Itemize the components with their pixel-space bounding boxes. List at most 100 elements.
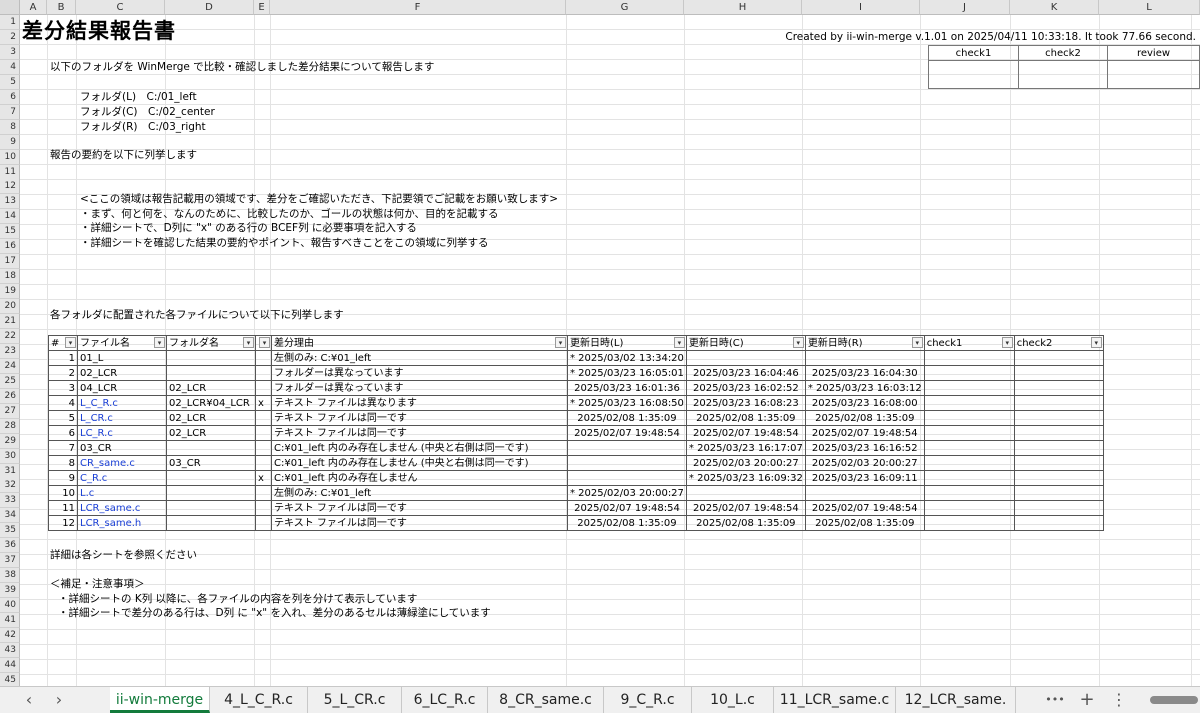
row-header[interactable]: 45 bbox=[0, 672, 20, 686]
filter-dropdown-icon[interactable]: ▾ bbox=[911, 337, 923, 348]
row-header[interactable]: 31 bbox=[0, 463, 20, 479]
check-cell[interactable] bbox=[923, 455, 1015, 471]
row-header[interactable]: 9 bbox=[0, 134, 20, 150]
row-header[interactable]: 17 bbox=[0, 254, 20, 270]
column-header[interactable]: G bbox=[566, 0, 684, 15]
check-cell[interactable] bbox=[923, 410, 1015, 426]
row-header[interactable]: 18 bbox=[0, 269, 20, 285]
row-header[interactable]: 7 bbox=[0, 104, 20, 120]
row-header[interactable]: 32 bbox=[0, 478, 20, 494]
row-header[interactable]: 25 bbox=[0, 373, 20, 389]
prev-sheet-arrow-icon[interactable]: ‹ bbox=[18, 687, 40, 713]
check-cell[interactable] bbox=[923, 365, 1015, 381]
column-header[interactable]: A bbox=[20, 0, 47, 15]
row-header[interactable]: 3 bbox=[0, 44, 20, 60]
column-header[interactable]: J bbox=[920, 0, 1010, 15]
column-header[interactable]: K bbox=[1010, 0, 1099, 15]
filter-dropdown-icon[interactable]: ▾ bbox=[1001, 337, 1013, 348]
spreadsheet[interactable]: ABCDEFGHIJKL 1 2 3 4 5 6 7 8 9 10 11 12 13 14 15 16 17 18… bbox=[0, 0, 1200, 686]
row-header[interactable]: 23 bbox=[0, 343, 20, 359]
row-header[interactable]: 24 bbox=[0, 358, 20, 374]
row-header[interactable]: 34 bbox=[0, 508, 20, 524]
row-header[interactable]: 4 bbox=[0, 59, 20, 75]
check-cell[interactable] bbox=[1013, 350, 1104, 366]
filter-dropdown-icon[interactable]: ▾ bbox=[555, 337, 566, 348]
sheet-tab[interactable]: 4_L_C_R.c bbox=[210, 687, 308, 713]
row-header[interactable]: 42 bbox=[0, 627, 20, 643]
row-header[interactable]: 2 bbox=[0, 29, 20, 45]
filter-dropdown-icon[interactable]: ▾ bbox=[243, 337, 254, 348]
filter-dropdown-icon[interactable]: ▾ bbox=[673, 337, 685, 348]
row-header[interactable]: 39 bbox=[0, 583, 20, 599]
column-header[interactable]: L bbox=[1099, 0, 1200, 15]
sheet-tab[interactable]: 10_L.c bbox=[692, 687, 774, 713]
check-cell[interactable] bbox=[1013, 425, 1104, 441]
sheet-tab[interactable]: 5_L_CR.c bbox=[308, 687, 402, 713]
row-header[interactable]: 10 bbox=[0, 149, 20, 165]
sheet-menu-icon[interactable]: ⋮ bbox=[1108, 687, 1130, 713]
review-stamp-cell[interactable] bbox=[1107, 60, 1200, 89]
sheet-tab[interactable]: 9_C_R.c bbox=[604, 687, 692, 713]
select-all-corner[interactable] bbox=[0, 0, 20, 15]
file-name-cell[interactable]: L_CR.c bbox=[77, 410, 167, 426]
row-header[interactable]: 35 bbox=[0, 523, 20, 539]
check-cell[interactable] bbox=[923, 485, 1015, 501]
check-cell[interactable] bbox=[1013, 455, 1104, 471]
check-cell[interactable] bbox=[923, 380, 1015, 396]
check-cell[interactable] bbox=[1013, 380, 1104, 396]
filter-dropdown-icon[interactable]: ▾ bbox=[259, 337, 270, 348]
check-cell[interactable] bbox=[923, 515, 1015, 531]
check-cell[interactable] bbox=[1013, 500, 1104, 516]
filter-dropdown-icon[interactable]: ▾ bbox=[1090, 337, 1102, 348]
check-cell[interactable] bbox=[923, 500, 1015, 516]
file-name-cell[interactable]: CR_same.c bbox=[77, 455, 167, 471]
row-header[interactable]: 37 bbox=[0, 553, 20, 569]
column-header[interactable]: H bbox=[684, 0, 802, 15]
check2-stamp-cell[interactable] bbox=[1018, 60, 1108, 89]
file-name-cell[interactable]: C_R.c bbox=[77, 470, 167, 486]
add-sheet-icon[interactable]: + bbox=[1076, 687, 1098, 713]
file-name-cell[interactable]: LCR_same.c bbox=[77, 500, 167, 516]
row-header[interactable]: 33 bbox=[0, 493, 20, 509]
check-cell[interactable] bbox=[1013, 470, 1104, 486]
sheet-tab[interactable]: 12_LCR_same. bbox=[896, 687, 1016, 713]
more-tabs-icon[interactable]: ••• bbox=[1044, 687, 1066, 713]
check-cell[interactable] bbox=[923, 350, 1015, 366]
next-sheet-arrow-icon[interactable]: › bbox=[48, 687, 70, 713]
check-cell[interactable] bbox=[923, 440, 1015, 456]
row-header[interactable]: 41 bbox=[0, 613, 20, 628]
row-header[interactable]: 26 bbox=[0, 388, 20, 404]
row-header[interactable]: 40 bbox=[0, 598, 20, 614]
column-header[interactable]: C bbox=[76, 0, 165, 15]
row-header[interactable]: 43 bbox=[0, 642, 20, 658]
row-header[interactable]: 12 bbox=[0, 179, 20, 195]
horizontal-scrollbar-thumb[interactable] bbox=[1150, 696, 1198, 704]
check1-stamp-cell[interactable] bbox=[928, 60, 1019, 89]
sheet-tab[interactable]: 8_CR_same.c bbox=[488, 687, 604, 713]
row-header[interactable]: 14 bbox=[0, 209, 20, 225]
row-header[interactable]: 15 bbox=[0, 224, 20, 240]
row-header[interactable]: 13 bbox=[0, 194, 20, 210]
check-cell[interactable] bbox=[923, 470, 1015, 486]
row-header[interactable]: 6 bbox=[0, 89, 20, 105]
check-cell[interactable] bbox=[1013, 365, 1104, 381]
row-header[interactable]: 44 bbox=[0, 657, 20, 673]
row-header[interactable]: 29 bbox=[0, 433, 20, 449]
check-cell[interactable] bbox=[1013, 440, 1104, 456]
filter-dropdown-icon[interactable]: ▾ bbox=[792, 337, 804, 348]
row-header[interactable]: 22 bbox=[0, 328, 20, 344]
column-header[interactable]: B bbox=[47, 0, 76, 15]
row-header[interactable]: 16 bbox=[0, 239, 20, 255]
row-header[interactable]: 27 bbox=[0, 403, 20, 419]
check-cell[interactable] bbox=[1013, 410, 1104, 426]
file-name-cell[interactable]: L.c bbox=[77, 485, 167, 501]
row-header[interactable]: 20 bbox=[0, 299, 20, 315]
column-header[interactable]: E bbox=[254, 0, 270, 15]
check-cell[interactable] bbox=[923, 395, 1015, 411]
row-header[interactable]: 11 bbox=[0, 164, 20, 180]
row-header[interactable]: 30 bbox=[0, 448, 20, 464]
row-header[interactable]: 8 bbox=[0, 119, 20, 135]
row-header[interactable]: 5 bbox=[0, 74, 20, 90]
row-header[interactable]: 19 bbox=[0, 284, 20, 300]
row-header[interactable]: 21 bbox=[0, 314, 20, 329]
